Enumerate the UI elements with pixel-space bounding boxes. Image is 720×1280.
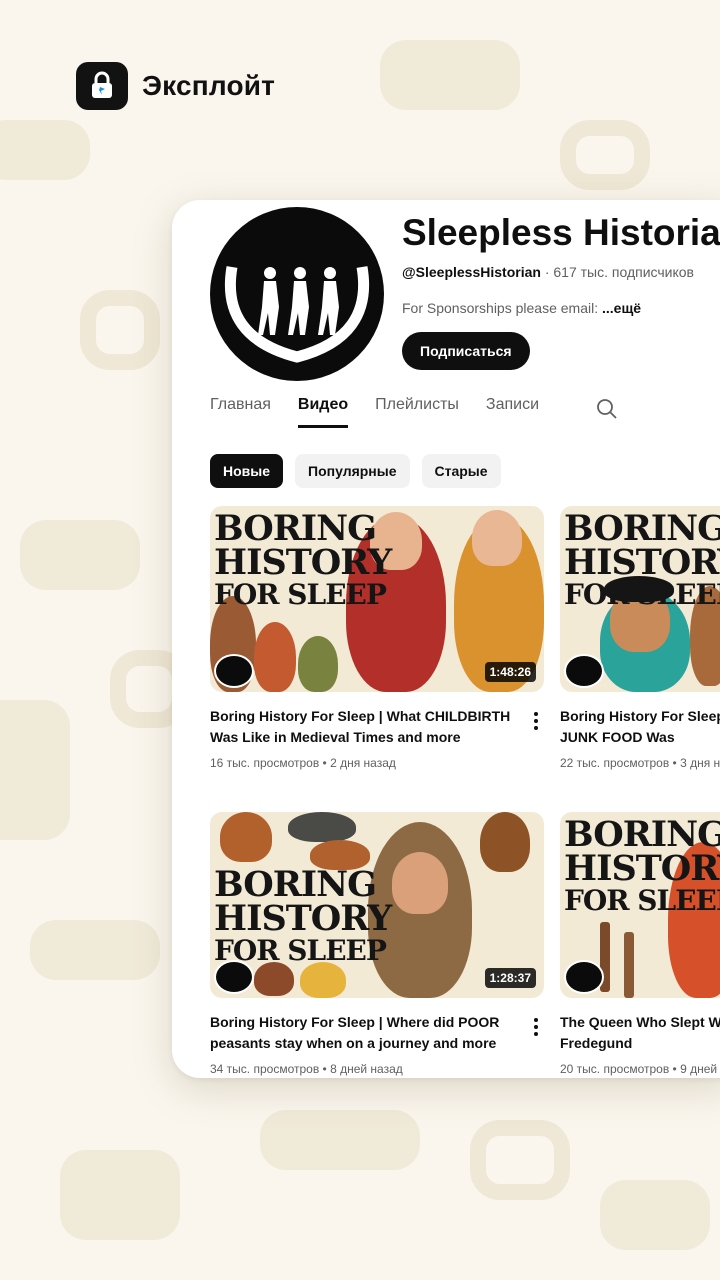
lock-icon <box>76 62 128 110</box>
video-title[interactable]: Boring History For Sleep | Ancient Egypt… <box>560 706 720 748</box>
thumbnail-title: BORINGHISTORY FOR SLEEP <box>564 814 720 917</box>
sort-chips: Новые Популярные Старые <box>210 454 501 488</box>
channel-title: Sleepless Historian <box>402 212 720 253</box>
video-meta: 22 тыс. просмотров • 3 дня назад <box>560 756 720 770</box>
more-options-icon[interactable] <box>534 712 538 733</box>
video-thumbnail[interactable]: BORINGHISTORY FOR SLEEP <box>560 812 720 998</box>
video-title[interactable]: The Queen Who Slept With The Scandal of … <box>560 1012 720 1054</box>
video-card[interactable]: BORING HISTORY FOR SLEEP 1:28:37 Boring H… <box>210 812 544 1076</box>
video-meta: 20 тыс. просмотров • 9 дней назад <box>560 1062 720 1076</box>
chip-popular[interactable]: Популярные <box>295 454 410 488</box>
video-card[interactable]: BORINGHISTORY FOR SLEEP Boring History F… <box>560 506 720 770</box>
chip-oldest[interactable]: Старые <box>421 454 501 488</box>
channel-logo-icon <box>214 960 254 994</box>
video-title[interactable]: Boring History For Sleep | What CHILDBIR… <box>210 706 544 748</box>
channel-logo-icon <box>564 960 604 994</box>
subscribe-button[interactable]: Подписаться <box>402 332 530 370</box>
tab-posts[interactable]: Записи <box>486 396 539 428</box>
chip-newest[interactable]: Новые <box>210 454 284 488</box>
video-meta: 16 тыс. просмотров • 2 дня назад <box>210 756 396 770</box>
channel-logo-icon <box>564 654 604 688</box>
video-duration: 1:48:26 <box>484 662 536 682</box>
more-options-icon[interactable] <box>534 1018 538 1039</box>
brand-header: Эксплойт <box>76 62 275 110</box>
video-duration: 1:28:37 <box>484 968 536 988</box>
channel-page-card: Sleepless Historian @SleeplessHistorian … <box>172 200 720 1078</box>
channel-description[interactable]: For Sponsorships please email: ...ещё <box>402 300 641 316</box>
video-thumbnail[interactable]: BORING HISTORY FOR SLEEP 1:48:26 <box>210 506 544 692</box>
video-card[interactable]: BORINGHISTORY FOR SLEEP The Queen Who Sl… <box>560 812 720 1076</box>
video-meta: 34 тыс. просмотров • 8 дней назад <box>210 1062 403 1076</box>
tab-home[interactable]: Главная <box>210 396 271 428</box>
thumbnail-title: BORINGHISTORY FOR SLEEP <box>564 508 720 611</box>
channel-handle: @SleeplessHistorian <box>402 264 541 280</box>
video-thumbnail[interactable]: BORING HISTORY FOR SLEEP 1:28:37 <box>210 812 544 998</box>
video-thumbnail[interactable]: BORINGHISTORY FOR SLEEP <box>560 506 720 692</box>
tab-videos[interactable]: Видео <box>297 396 349 428</box>
thumbnail-title: BORINGHISTORY FOR SLEEP <box>214 864 392 967</box>
thumbnail-title: BORINGHISTORY FOR SLEEP <box>214 508 392 611</box>
channel-tabs: Главная Видео Плейлисты Записи <box>210 396 539 428</box>
channel-logo-icon <box>214 654 254 688</box>
channel-avatar[interactable] <box>210 207 384 381</box>
video-card[interactable]: BORING HISTORY FOR SLEEP 1:48:26 Boring H… <box>210 506 544 770</box>
brand-name: Эксплойт <box>142 70 276 101</box>
description-text: For Sponsorships please email: <box>402 300 602 316</box>
video-title[interactable]: Boring History For Sleep | Where did POO… <box>210 1012 544 1054</box>
search-icon[interactable] <box>596 398 618 420</box>
channel-meta: @SleeplessHistorian · 617 тыс. подписчик… <box>402 264 694 280</box>
tab-playlists[interactable]: Плейлисты <box>375 396 459 428</box>
subscriber-count: · 617 тыс. подписчиков <box>540 264 694 280</box>
more-link[interactable]: ...ещё <box>602 300 641 316</box>
